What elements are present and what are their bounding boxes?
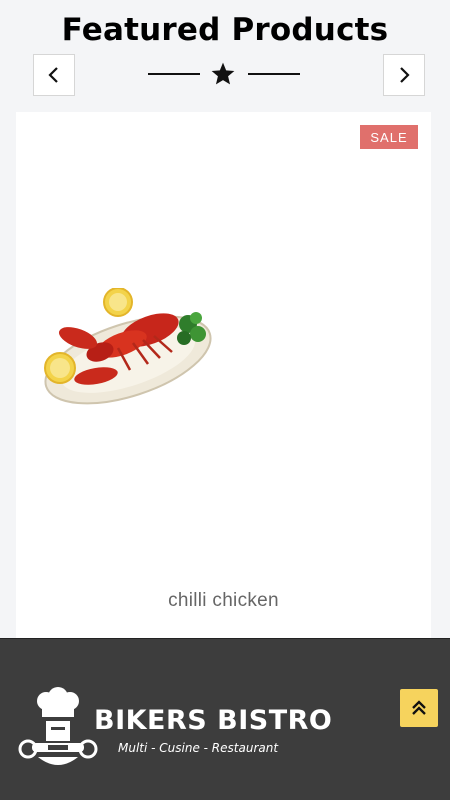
carousel-next-button[interactable] <box>383 54 425 96</box>
page: Featured Products SALE chilli chicken BI… <box>0 0 450 800</box>
product-image[interactable] <box>38 288 218 406</box>
star-icon <box>211 62 235 85</box>
carousel-prev-button[interactable] <box>33 54 75 96</box>
sale-badge: SALE <box>360 125 418 149</box>
product-name[interactable]: chilli chicken <box>16 590 431 612</box>
double-chevron-up-icon <box>412 700 426 715</box>
scroll-to-top-button[interactable] <box>400 689 438 727</box>
brand-logo[interactable]: BIKERS BISTRO Multi - Cusine - Restauran… <box>18 687 332 773</box>
chevron-right-icon <box>400 67 410 83</box>
divider-line-right <box>248 73 300 75</box>
brand-name: BIKERS BISTRO <box>94 705 333 736</box>
footer: BIKERS BISTRO Multi - Cusine - Restauran… <box>0 638 450 800</box>
chef-logo-icon <box>18 687 98 765</box>
divider-line-left <box>148 73 200 75</box>
product-card[interactable]: SALE chilli chicken <box>16 112 431 652</box>
title-divider <box>148 60 300 88</box>
chevron-left-icon <box>48 67 58 83</box>
brand-tagline: Multi - Cusine - Restaurant <box>118 741 279 755</box>
section-title: Featured Products <box>61 12 389 48</box>
